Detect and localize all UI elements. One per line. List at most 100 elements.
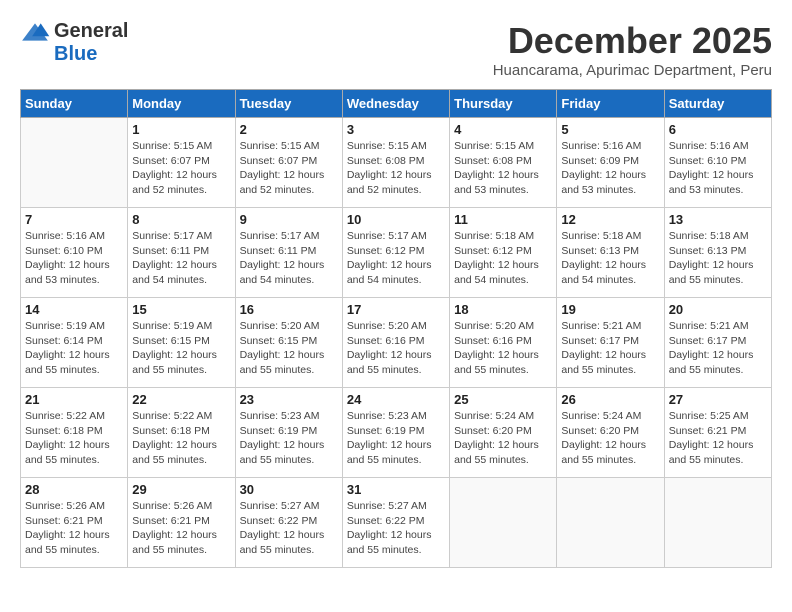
calendar-cell: 28 Sunrise: 5:26 AMSunset: 6:21 PMDayligh… — [21, 478, 128, 568]
weekday-header-tuesday: Tuesday — [235, 90, 342, 118]
day-number: 7 — [25, 212, 123, 227]
weekday-header-monday: Monday — [128, 90, 235, 118]
calendar-cell: 10 Sunrise: 5:17 AMSunset: 6:12 PMDayligh… — [342, 208, 449, 298]
calendar-cell: 1Sunrise: 5:15 AMSunset: 6:07 PMDaylight… — [128, 118, 235, 208]
day-number: 24 — [347, 392, 445, 407]
day-info: Sunrise: 5:15 AMSunset: 6:07 PMDaylight:… — [240, 139, 338, 198]
calendar-cell: 15 Sunrise: 5:19 AMSunset: 6:15 PMDayligh… — [128, 298, 235, 388]
day-info: Sunrise: 5:18 AMSunset: 6:13 PMDaylight:… — [561, 229, 659, 288]
calendar-cell: 8Sunrise: 5:17 AMSunset: 6:11 PMDaylight… — [128, 208, 235, 298]
day-info: Sunrise: 5:23 AMSunset: 6:19 PMDaylight:… — [347, 409, 445, 468]
weekday-header-friday: Friday — [557, 90, 664, 118]
day-number: 23 — [240, 392, 338, 407]
calendar-cell: 4Sunrise: 5:15 AMSunset: 6:08 PMDaylight… — [450, 118, 557, 208]
week-row-2: 7Sunrise: 5:16 AMSunset: 6:10 PMDaylight… — [21, 208, 772, 298]
calendar-cell: 25 Sunrise: 5:24 AMSunset: 6:20 PMDayligh… — [450, 388, 557, 478]
day-info: Sunrise: 5:20 AMSunset: 6:16 PMDaylight:… — [347, 319, 445, 378]
day-number: 13 — [669, 212, 767, 227]
calendar-cell: 22Sunrise: 5:22 AMSunset: 6:18 PMDayligh… — [128, 388, 235, 478]
calendar-cell: 7Sunrise: 5:16 AMSunset: 6:10 PMDaylight… — [21, 208, 128, 298]
day-number: 16 — [240, 302, 338, 317]
day-info: Sunrise: 5:19 AMSunset: 6:14 PMDaylight:… — [25, 319, 123, 378]
day-info: Sunrise: 5:18 AMSunset: 6:13 PMDaylight:… — [669, 229, 767, 288]
calendar-cell — [450, 478, 557, 568]
title-area: December 2025 Huancarama, Apurimac Depar… — [493, 20, 772, 79]
day-number: 2 — [240, 122, 338, 137]
day-info: Sunrise: 5:26 AMSunset: 6:21 PMDaylight:… — [132, 499, 230, 558]
day-number: 15 — [132, 302, 230, 317]
day-info: Sunrise: 5:22 AMSunset: 6:18 PMDaylight:… — [132, 409, 230, 468]
week-row-4: 21Sunrise: 5:22 AMSunset: 6:18 PMDayligh… — [21, 388, 772, 478]
day-info: Sunrise: 5:17 AMSunset: 6:11 PMDaylight:… — [132, 229, 230, 288]
day-info: Sunrise: 5:27 AMSunset: 6:22 PMDaylight:… — [347, 499, 445, 558]
calendar-cell: 9 Sunrise: 5:17 AMSunset: 6:11 PMDaylight… — [235, 208, 342, 298]
logo-icon — [20, 22, 50, 42]
calendar-cell: 24 Sunrise: 5:23 AMSunset: 6:19 PMDayligh… — [342, 388, 449, 478]
calendar-cell: 17 Sunrise: 5:20 AMSunset: 6:16 PMDayligh… — [342, 298, 449, 388]
day-number: 20 — [669, 302, 767, 317]
week-row-3: 14 Sunrise: 5:19 AMSunset: 6:14 PMDayligh… — [21, 298, 772, 388]
calendar-cell: 21Sunrise: 5:22 AMSunset: 6:18 PMDayligh… — [21, 388, 128, 478]
day-info: Sunrise: 5:15 AMSunset: 6:08 PMDaylight:… — [347, 139, 445, 198]
day-info: Sunrise: 5:25 AMSunset: 6:21 PMDaylight:… — [669, 409, 767, 468]
day-number: 11 — [454, 212, 552, 227]
calendar-cell — [557, 478, 664, 568]
calendar-cell — [664, 478, 771, 568]
calendar-cell: 23Sunrise: 5:23 AMSunset: 6:19 PMDayligh… — [235, 388, 342, 478]
calendar-cell: 27Sunrise: 5:25 AMSunset: 6:21 PMDayligh… — [664, 388, 771, 478]
day-number: 29 — [132, 482, 230, 497]
calendar-cell — [21, 118, 128, 208]
calendar-cell: 30 Sunrise: 5:27 AMSunset: 6:22 PMDayligh… — [235, 478, 342, 568]
month-title: December 2025 — [493, 20, 772, 62]
day-number: 14 — [25, 302, 123, 317]
logo: General Blue — [20, 20, 128, 66]
day-number: 5 — [561, 122, 659, 137]
calendar-cell: 12 Sunrise: 5:18 AMSunset: 6:13 PMDayligh… — [557, 208, 664, 298]
calendar-cell: 13 Sunrise: 5:18 AMSunset: 6:13 PMDayligh… — [664, 208, 771, 298]
day-number: 18 — [454, 302, 552, 317]
day-info: Sunrise: 5:19 AMSunset: 6:15 PMDaylight:… — [132, 319, 230, 378]
day-info: Sunrise: 5:16 AMSunset: 6:09 PMDaylight:… — [561, 139, 659, 198]
day-number: 12 — [561, 212, 659, 227]
day-info: Sunrise: 5:24 AMSunset: 6:20 PMDaylight:… — [561, 409, 659, 468]
day-number: 1 — [132, 122, 230, 137]
day-number: 31 — [347, 482, 445, 497]
day-info: Sunrise: 5:17 AMSunset: 6:12 PMDaylight:… — [347, 229, 445, 288]
day-info: Sunrise: 5:20 AMSunset: 6:16 PMDaylight:… — [454, 319, 552, 378]
calendar-cell: 31 Sunrise: 5:27 AMSunset: 6:22 PMDayligh… — [342, 478, 449, 568]
weekday-header-saturday: Saturday — [664, 90, 771, 118]
weekday-header-thursday: Thursday — [450, 90, 557, 118]
day-info: Sunrise: 5:15 AMSunset: 6:08 PMDaylight:… — [454, 139, 552, 198]
calendar-cell: 11Sunrise: 5:18 AMSunset: 6:12 PMDayligh… — [450, 208, 557, 298]
day-number: 25 — [454, 392, 552, 407]
day-number: 17 — [347, 302, 445, 317]
calendar-cell: 14 Sunrise: 5:19 AMSunset: 6:14 PMDayligh… — [21, 298, 128, 388]
logo-blue: Blue — [54, 43, 97, 66]
calendar-cell: 20 Sunrise: 5:21 AMSunset: 6:17 PMDayligh… — [664, 298, 771, 388]
day-number: 28 — [25, 482, 123, 497]
calendar-cell: 2 Sunrise: 5:15 AMSunset: 6:07 PMDaylight… — [235, 118, 342, 208]
calendar-cell: 29 Sunrise: 5:26 AMSunset: 6:21 PMDayligh… — [128, 478, 235, 568]
day-info: Sunrise: 5:22 AMSunset: 6:18 PMDaylight:… — [25, 409, 123, 468]
week-row-1: 1 Sunrise: 5:15 AMSunset: 6:07 PMDaylight… — [21, 118, 772, 208]
weekday-header-wednesday: Wednesday — [342, 90, 449, 118]
calendar-cell: 6Sunrise: 5:16 AMSunset: 6:10 PMDaylight… — [664, 118, 771, 208]
day-info: Sunrise: 5:26 AMSunset: 6:21 PMDaylight:… — [25, 499, 123, 558]
week-row-5: 28 Sunrise: 5:26 AMSunset: 6:21 PMDayligh… — [21, 478, 772, 568]
day-number: 10 — [347, 212, 445, 227]
weekday-header-row: SundayMondayTuesdayWednesdayThursdayFrid… — [21, 90, 772, 118]
day-number: 19 — [561, 302, 659, 317]
day-info: Sunrise: 5:27 AMSunset: 6:22 PMDaylight:… — [240, 499, 338, 558]
day-info: Sunrise: 5:20 AMSunset: 6:15 PMDaylight:… — [240, 319, 338, 378]
day-number: 26 — [561, 392, 659, 407]
day-info: Sunrise: 5:24 AMSunset: 6:20 PMDaylight:… — [454, 409, 552, 468]
calendar-cell: 5 Sunrise: 5:16 AMSunset: 6:09 PMDaylight… — [557, 118, 664, 208]
calendar-cell: 3Sunrise: 5:15 AMSunset: 6:08 PMDaylight… — [342, 118, 449, 208]
day-number: 6 — [669, 122, 767, 137]
day-number: 9 — [240, 212, 338, 227]
day-info: Sunrise: 5:17 AMSunset: 6:11 PMDaylight:… — [240, 229, 338, 288]
day-info: Sunrise: 5:21 AMSunset: 6:17 PMDaylight:… — [669, 319, 767, 378]
day-number: 30 — [240, 482, 338, 497]
calendar-cell: 18 Sunrise: 5:20 AMSunset: 6:16 PMDayligh… — [450, 298, 557, 388]
location-title: Huancarama, Apurimac Department, Peru — [493, 62, 772, 79]
